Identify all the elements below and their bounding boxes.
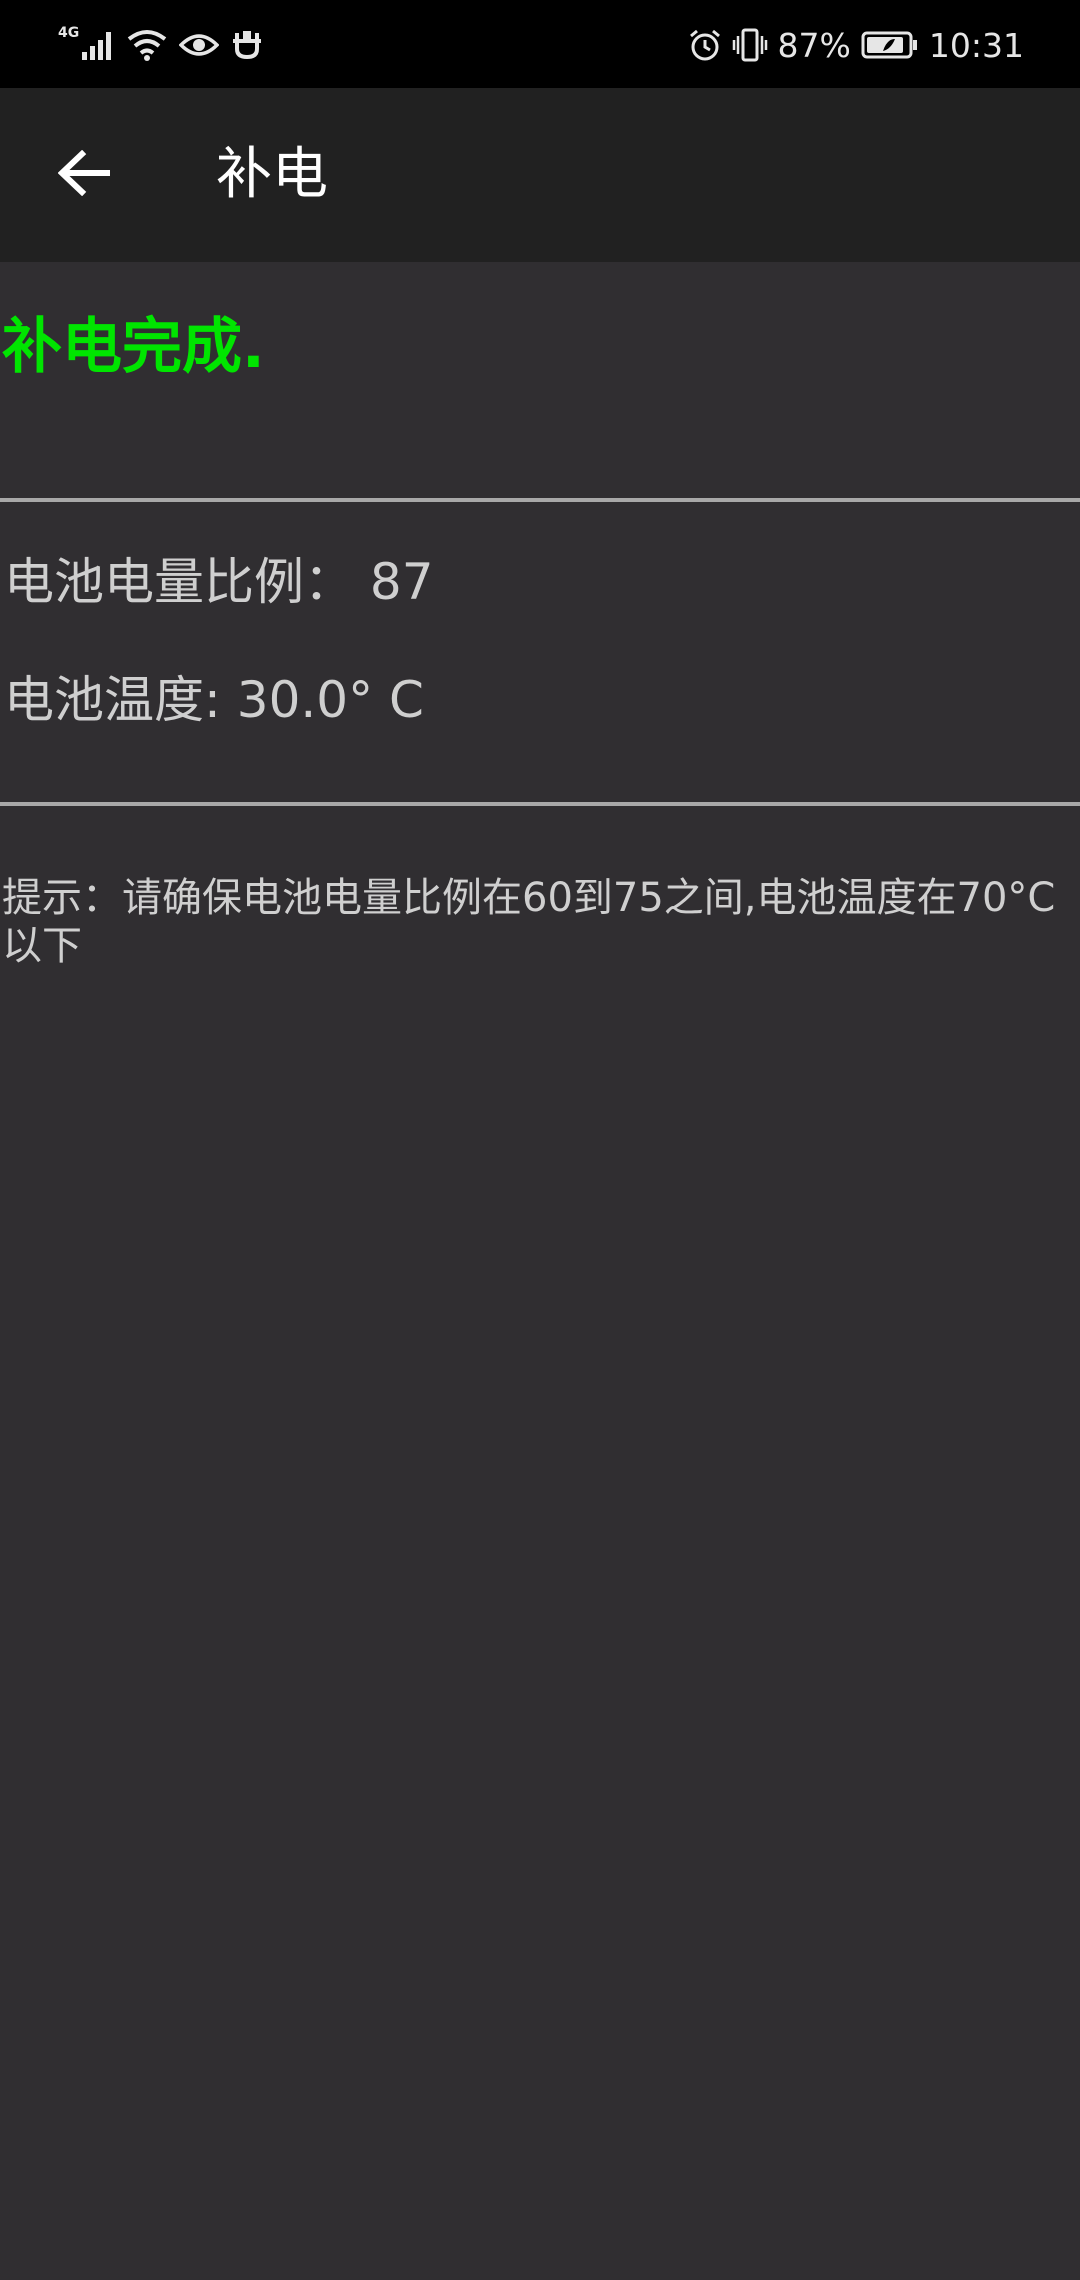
alarm-icon xyxy=(688,28,722,62)
clock: 10:31 xyxy=(928,25,1024,65)
battery-temp-label: 电池温度: xyxy=(4,671,221,729)
divider-bottom xyxy=(0,802,1080,806)
eye-icon xyxy=(179,31,220,59)
battery-level-value: 87 xyxy=(369,553,434,611)
battery-icon xyxy=(861,31,919,59)
battery-temp-row: 电池温度: 30.0° C xyxy=(4,660,424,732)
arrow-left-icon xyxy=(57,149,111,200)
toolbar: 补电 xyxy=(0,88,1080,262)
wifi-icon xyxy=(127,29,167,61)
status-message: 补电完成. xyxy=(2,312,265,382)
battery-level-label: 电池电量比例： xyxy=(4,553,354,611)
status-bar-left: 4G xyxy=(58,22,263,68)
status-bar-right: 87% 10:31 xyxy=(688,22,1024,68)
hint-text: 提示：请确保电池电量比例在60到75之间,电池温度在70°C以下 xyxy=(2,875,1056,969)
back-button[interactable] xyxy=(40,131,128,219)
divider-top xyxy=(0,498,1080,502)
vibrate-icon xyxy=(732,28,768,62)
battery-percent: 87% xyxy=(777,25,851,65)
battery-level-row: 电池电量比例： 87 xyxy=(4,542,434,614)
battery-temp-value: 30.0° C xyxy=(236,671,424,729)
signal-icon xyxy=(81,30,115,60)
network-type: 4G xyxy=(58,25,80,41)
notification-icon xyxy=(231,29,263,61)
page-title: 补电 xyxy=(216,142,328,207)
status-bar: 4G 87% 10:31 xyxy=(0,0,1080,88)
